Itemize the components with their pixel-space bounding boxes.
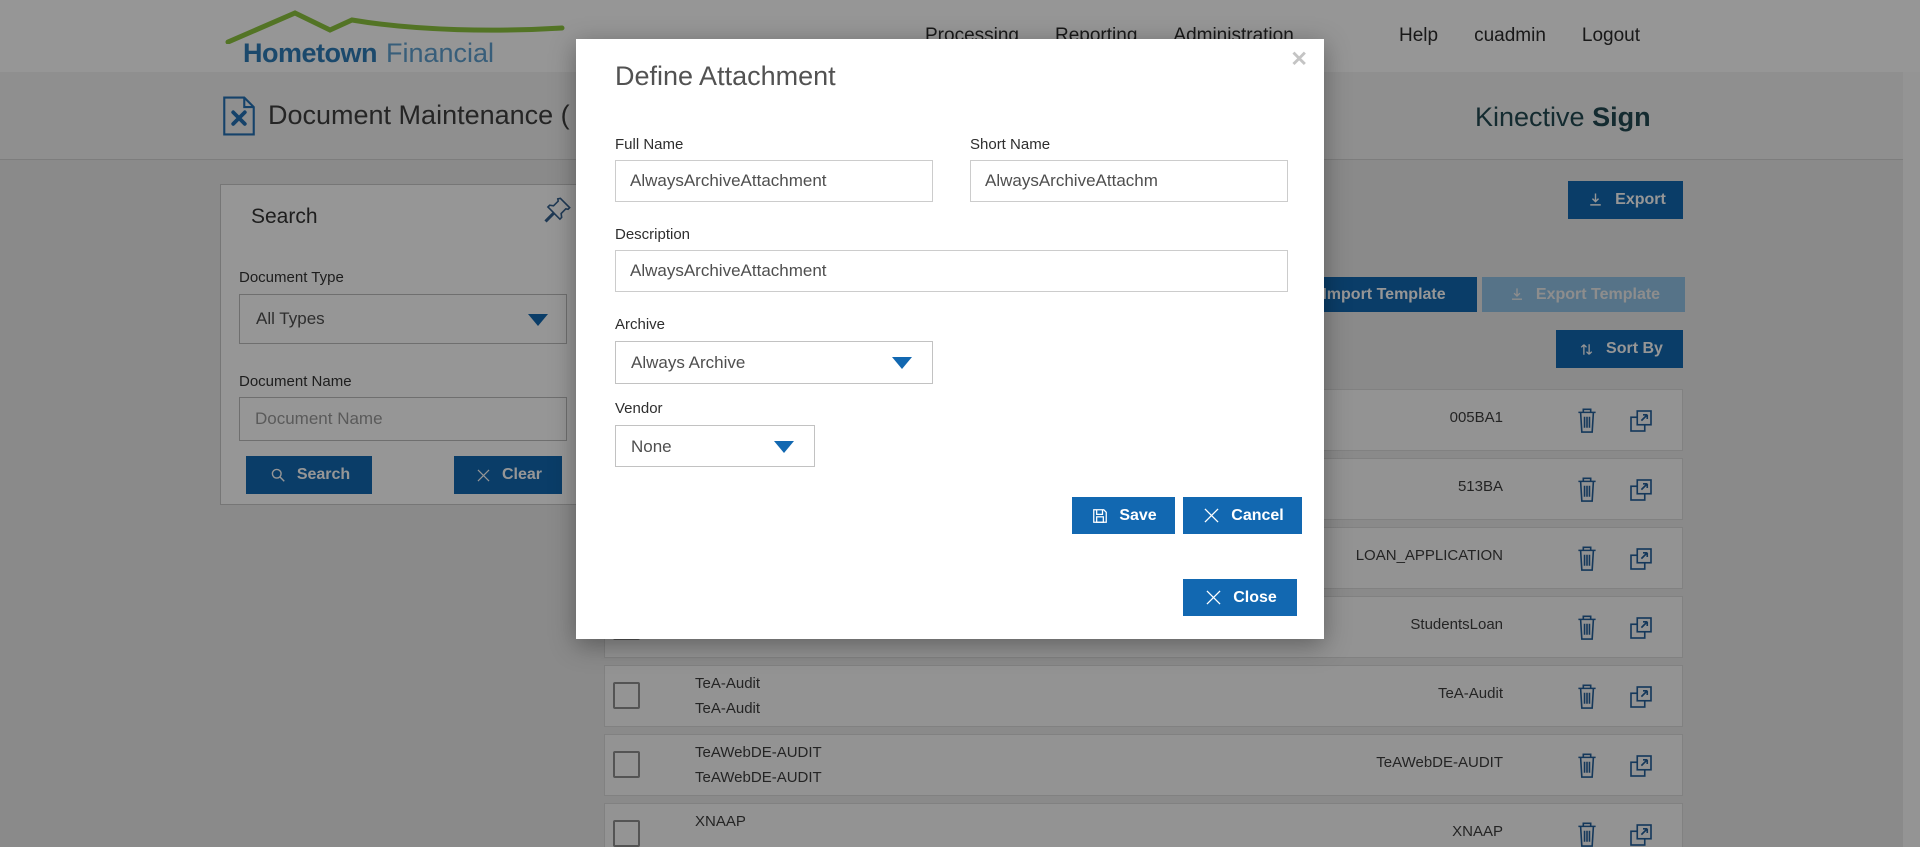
cancel-button-label: Cancel [1231, 507, 1283, 525]
save-button[interactable]: Save [1072, 497, 1175, 534]
define-attachment-modal: Define Attachment ✕ Full Name Short Name… [576, 39, 1324, 639]
cancel-button[interactable]: Cancel [1183, 497, 1302, 534]
archive-select[interactable]: Always Archive [615, 341, 933, 384]
full-name-input[interactable] [615, 160, 933, 202]
description-input[interactable] [615, 250, 1288, 292]
full-name-label: Full Name [615, 136, 683, 153]
chevron-down-icon [774, 441, 794, 453]
close-button[interactable]: Close [1183, 579, 1297, 616]
archive-label: Archive [615, 316, 665, 333]
chevron-down-icon [892, 357, 912, 369]
modal-title: Define Attachment [615, 61, 836, 92]
save-icon [1090, 506, 1110, 526]
archive-value: Always Archive [631, 353, 745, 373]
vendor-label: Vendor [615, 400, 663, 417]
short-name-label: Short Name [970, 136, 1050, 153]
description-label: Description [615, 226, 690, 243]
short-name-input[interactable] [970, 160, 1288, 202]
close-icon [1203, 587, 1224, 608]
vendor-value: None [631, 437, 672, 457]
save-button-label: Save [1119, 507, 1156, 525]
close-button-label: Close [1233, 589, 1277, 607]
close-icon [1201, 505, 1222, 526]
close-icon[interactable]: ✕ [1290, 47, 1308, 72]
app-canvas: HometownFinancial Processing Reporting A… [0, 0, 1920, 847]
vendor-select[interactable]: None [615, 425, 815, 467]
